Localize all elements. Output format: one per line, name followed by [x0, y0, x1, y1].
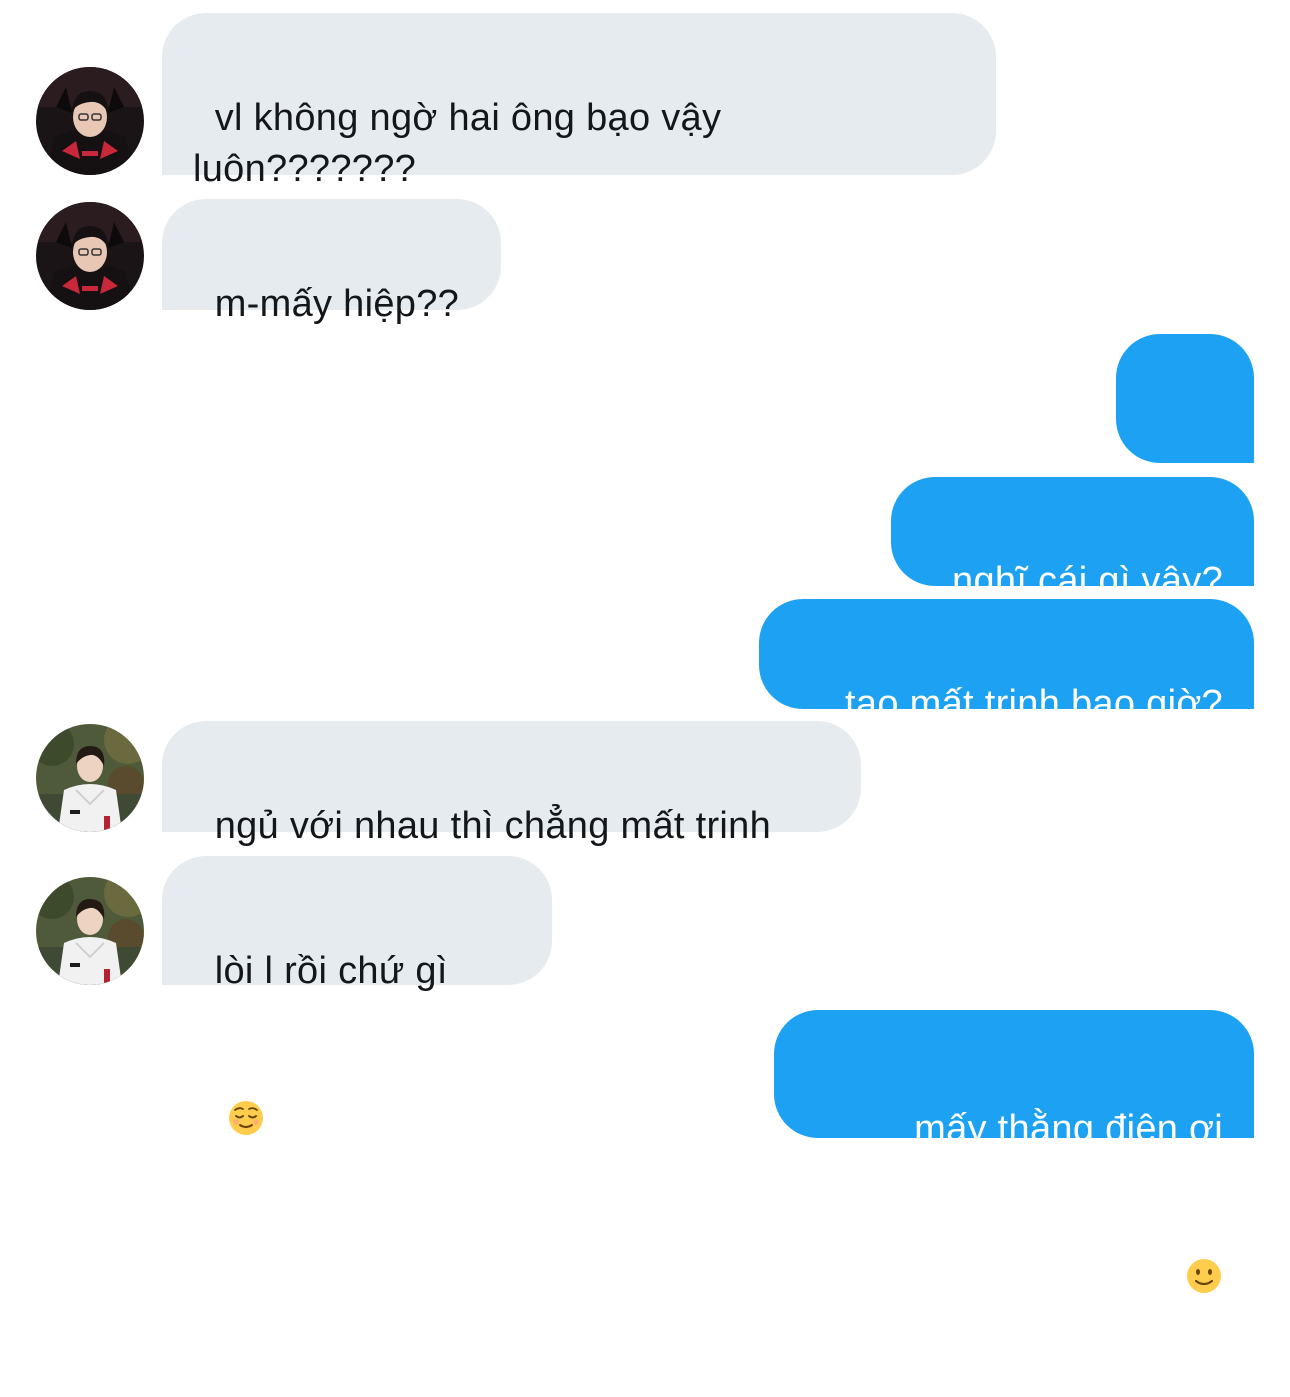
message-bubble[interactable]: nghĩ cái gì vậy?: [891, 477, 1254, 602]
message-text: tao mất trinh bao giờ?: [845, 683, 1223, 725]
message-text: ngủ với nhau thì chẳng mất trinh: [214, 805, 772, 847]
message-bubble[interactable]: ngủ với nhau thì chẳng mất trinh: [162, 721, 861, 847]
message-text: m-mấy hiệp??: [214, 283, 460, 325]
message-bubble[interactable]: m-mấy hiệp??: [162, 199, 501, 325]
message-bubble[interactable]: vl không ngờ hai ông bạo vậy luôn???????: [162, 13, 996, 190]
message-bubble[interactable]: ?: [1116, 334, 1254, 706]
avatar[interactable]: [36, 724, 144, 832]
message-bubble[interactable]: mấy thằng điên ơi: [774, 1010, 1254, 1293]
avatar-photo: [36, 724, 144, 832]
message-text: vl không ngờ hai ông bạo vậy luôn???????: [193, 97, 722, 190]
message-bubble[interactable]: lòi l rồi chứ gì: [162, 856, 552, 1135]
face-with-raised-eyebrow-icon: [1185, 424, 1223, 562]
avatar[interactable]: [36, 877, 144, 985]
message-text: mấy thằng điên ơi: [914, 1108, 1223, 1150]
message-bubble[interactable]: tao mất trinh bao giờ?: [759, 599, 1254, 725]
message-text: lòi l rồi chứ gì: [214, 950, 448, 992]
avatar[interactable]: [36, 202, 144, 310]
avatar-photo: [36, 67, 144, 175]
relieved-face-icon: [227, 997, 265, 1135]
message-text: nghĩ cái gì vậy?: [952, 560, 1223, 602]
slightly-smiling-face-icon: [1185, 1155, 1223, 1293]
avatar-photo: [36, 877, 144, 985]
avatar[interactable]: [36, 67, 144, 175]
avatar-photo: [36, 202, 144, 310]
